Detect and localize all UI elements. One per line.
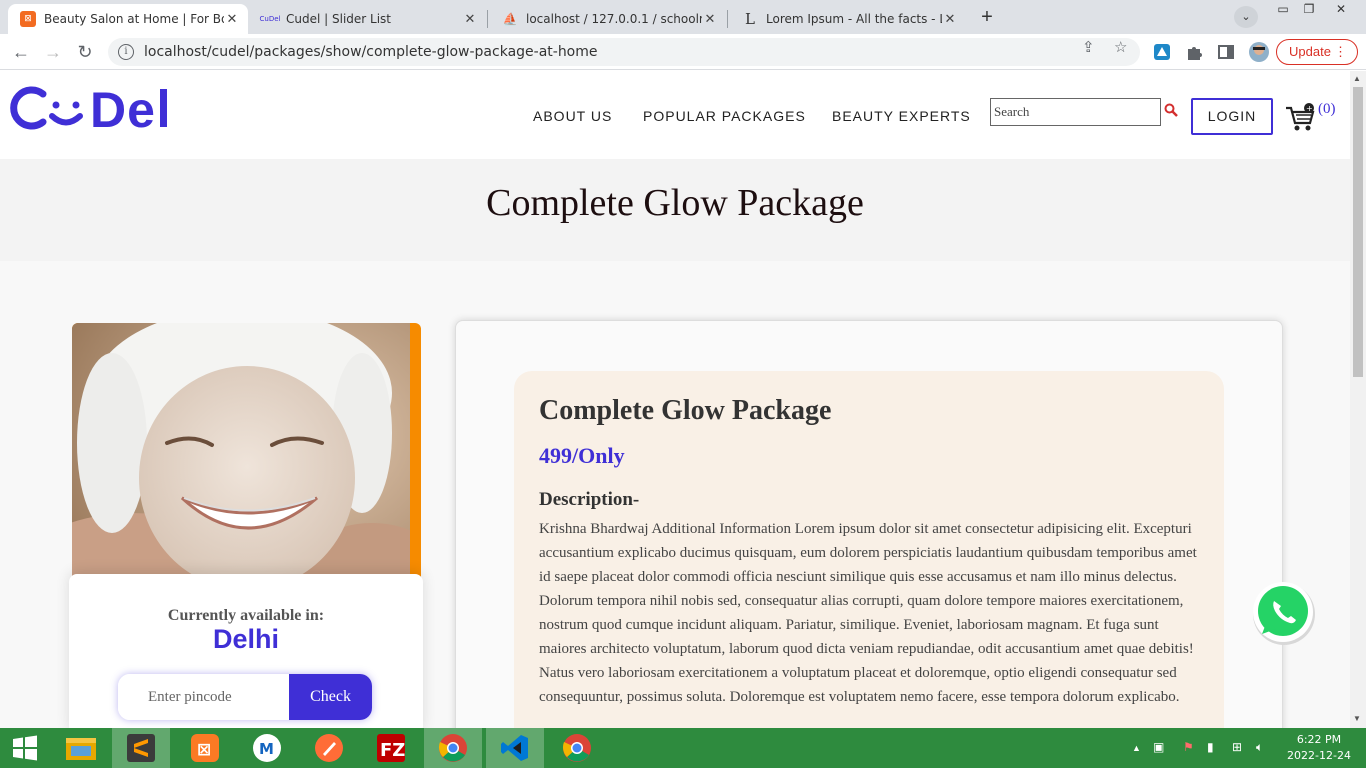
- nav-beauty-experts[interactable]: BEAUTY EXPERTS: [832, 108, 971, 124]
- login-button[interactable]: LOGIN: [1191, 98, 1273, 135]
- update-label: Update: [1289, 44, 1331, 59]
- tab-title: Lorem Ipsum - All the facts - Lips: [766, 12, 942, 26]
- side-panel-icon[interactable]: [1217, 43, 1235, 61]
- availability-label: Currently available in:: [167, 607, 325, 624]
- tab-beauty-salon[interactable]: ⊠ Beauty Salon at Home | For Book ✕: [8, 4, 248, 34]
- package-image-frame: [72, 323, 421, 605]
- close-icon[interactable]: ✕: [702, 12, 718, 27]
- check-button[interactable]: Check: [289, 674, 372, 720]
- description-text: Krishna Bhardwaj Additional Information …: [539, 521, 1197, 705]
- profile-avatar[interactable]: [1248, 41, 1270, 63]
- xampp-favicon-icon: ⊠: [20, 11, 36, 27]
- display-icon[interactable]: ⊞: [1232, 740, 1242, 754]
- close-icon[interactable]: ✕: [942, 12, 958, 27]
- package-detail-panel: Complete Glow Package 499/Only Descripti…: [514, 371, 1224, 728]
- update-button[interactable]: Update ⋮: [1276, 39, 1358, 65]
- cart-count[interactable]: (0): [1318, 101, 1336, 118]
- nav-popular-packages[interactable]: POPULAR PACKAGES: [643, 108, 806, 124]
- package-photo: [72, 323, 410, 605]
- tab-lorem-ipsum[interactable]: L Lorem Ipsum - All the facts - Lips ✕: [730, 4, 966, 34]
- package-detail-card: Complete Glow Package 499/Only Descripti…: [455, 320, 1283, 728]
- description-heading: Description-: [539, 489, 640, 510]
- forward-arrow-icon[interactable]: →: [40, 40, 66, 64]
- search-icon[interactable]: [1164, 103, 1178, 117]
- site-info-icon[interactable]: i: [118, 44, 134, 60]
- tab-title: Beauty Salon at Home | For Book: [44, 12, 224, 26]
- tab-phpmyadmin[interactable]: ⛵ localhost / 127.0.0.1 / schoolman ✕: [490, 4, 726, 34]
- svg-text:FZ: FZ: [380, 740, 405, 761]
- extension-cloud-icon[interactable]: [1153, 43, 1171, 61]
- package-name: Complete Glow Package: [539, 395, 832, 426]
- browser-tab-bar: ⊠ Beauty Salon at Home | For Book ✕ CuDe…: [0, 0, 1366, 34]
- share-icon[interactable]: ⇪: [1082, 38, 1095, 56]
- svg-text:+: +: [1306, 104, 1313, 113]
- reload-icon[interactable]: ↻: [72, 40, 98, 64]
- network-icon[interactable]: ▣: [1153, 740, 1164, 754]
- pincode-form: Check: [118, 674, 372, 720]
- taskbar-clock[interactable]: 6:22 PM 2022-12-24: [1284, 732, 1354, 764]
- clock-date: 2022-12-24: [1287, 749, 1351, 762]
- availability-card: Currently available in: Delhi Check: [69, 574, 423, 728]
- flag-icon[interactable]: ⚑: [1183, 740, 1194, 754]
- scroll-down-arrow-icon[interactable]: ▼: [1353, 714, 1361, 723]
- lipsum-favicon-icon: L: [745, 10, 755, 28]
- xampp-icon[interactable]: ⊠: [176, 728, 234, 768]
- minimize-icon[interactable]: ▭: [1270, 0, 1296, 18]
- app-circle-icon[interactable]: M: [238, 728, 296, 768]
- postman-icon[interactable]: [300, 728, 358, 768]
- cudel-logo-mark: De: [10, 82, 167, 138]
- chrome-icon[interactable]: [424, 728, 482, 768]
- phpmyadmin-favicon-icon: ⛵: [502, 12, 518, 26]
- browser-toolbar: ← → ↻ i localhost/cudel/packages/show/co…: [0, 34, 1366, 70]
- svg-text:⊠: ⊠: [197, 740, 211, 760]
- address-bar[interactable]: i localhost/cudel/packages/show/complete…: [108, 38, 1140, 66]
- screen: ⊠ Beauty Salon at Home | For Book ✕ CuDe…: [0, 0, 1366, 768]
- close-icon[interactable]: ✕: [462, 12, 478, 27]
- tab-search-chevron-icon[interactable]: ⌄: [1234, 6, 1258, 28]
- tab-divider: [727, 10, 728, 28]
- chrome-icon[interactable]: [548, 728, 606, 768]
- availability-city: Delhi: [212, 624, 279, 654]
- battery-icon[interactable]: ▮: [1207, 740, 1214, 754]
- cudel-favicon-icon: CuDel: [259, 15, 281, 23]
- filezilla-icon[interactable]: FZ: [362, 728, 420, 768]
- volume-icon[interactable]: 🔈︎: [1256, 740, 1263, 755]
- windows-taskbar: ⊠ M FZ ▲ ▣ ⚑ ▮ ⊞ 🔈︎ 6:22 PM 2022-12-24: [0, 728, 1366, 768]
- sublime-text-icon[interactable]: [112, 728, 170, 768]
- tab-title: Cudel | Slider List: [286, 12, 391, 26]
- kebab-menu-icon[interactable]: ⋮: [1334, 40, 1347, 64]
- cudel-logo[interactable]: De: [10, 82, 175, 143]
- tab-cudel-slider-list[interactable]: CuDel Cudel | Slider List ✕: [250, 4, 486, 34]
- url-text[interactable]: localhost/cudel/packages/show/complete-g…: [144, 44, 598, 60]
- nav-about-us[interactable]: ABOUT US: [533, 108, 612, 124]
- vscode-icon[interactable]: [486, 728, 544, 768]
- tab-title: localhost / 127.0.0.1 / schoolman: [526, 12, 702, 26]
- restore-icon[interactable]: ❐: [1296, 0, 1322, 18]
- bookmark-star-icon[interactable]: ☆: [1114, 38, 1127, 56]
- close-icon[interactable]: ✕: [224, 12, 240, 27]
- shopping-cart-icon[interactable]: +: [1285, 101, 1315, 133]
- extensions-puzzle-icon[interactable]: [1185, 43, 1203, 61]
- page-title: Complete Glow Package: [486, 182, 864, 224]
- tab-divider: [487, 10, 488, 28]
- site-header: De ABOUT US POPULAR PACKAGES BEAUTY EXPE…: [0, 71, 1350, 159]
- back-arrow-icon[interactable]: ←: [8, 40, 34, 64]
- windows-start-icon[interactable]: [0, 728, 50, 768]
- tray-chevron-icon[interactable]: ▲: [1132, 743, 1141, 753]
- whatsapp-icon[interactable]: [1248, 577, 1318, 647]
- svg-text:M: M: [259, 740, 274, 758]
- window-close-icon[interactable]: ✕: [1328, 0, 1354, 18]
- search-input[interactable]: [990, 98, 1161, 126]
- scroll-up-arrow-icon[interactable]: ▲: [1353, 74, 1361, 83]
- svg-text:De: De: [90, 85, 156, 131]
- web-page: De ABOUT US POPULAR PACKAGES BEAUTY EXPE…: [0, 71, 1350, 728]
- pincode-input[interactable]: [118, 674, 289, 720]
- new-tab-plus-icon[interactable]: +: [974, 6, 1000, 30]
- package-price: 499/Only: [539, 443, 625, 468]
- clock-time: 6:22 PM: [1296, 733, 1342, 746]
- scrollbar-thumb[interactable]: [1353, 87, 1363, 377]
- page-scrollbar[interactable]: ▲ ▼: [1350, 71, 1366, 728]
- file-explorer-icon[interactable]: [52, 728, 110, 768]
